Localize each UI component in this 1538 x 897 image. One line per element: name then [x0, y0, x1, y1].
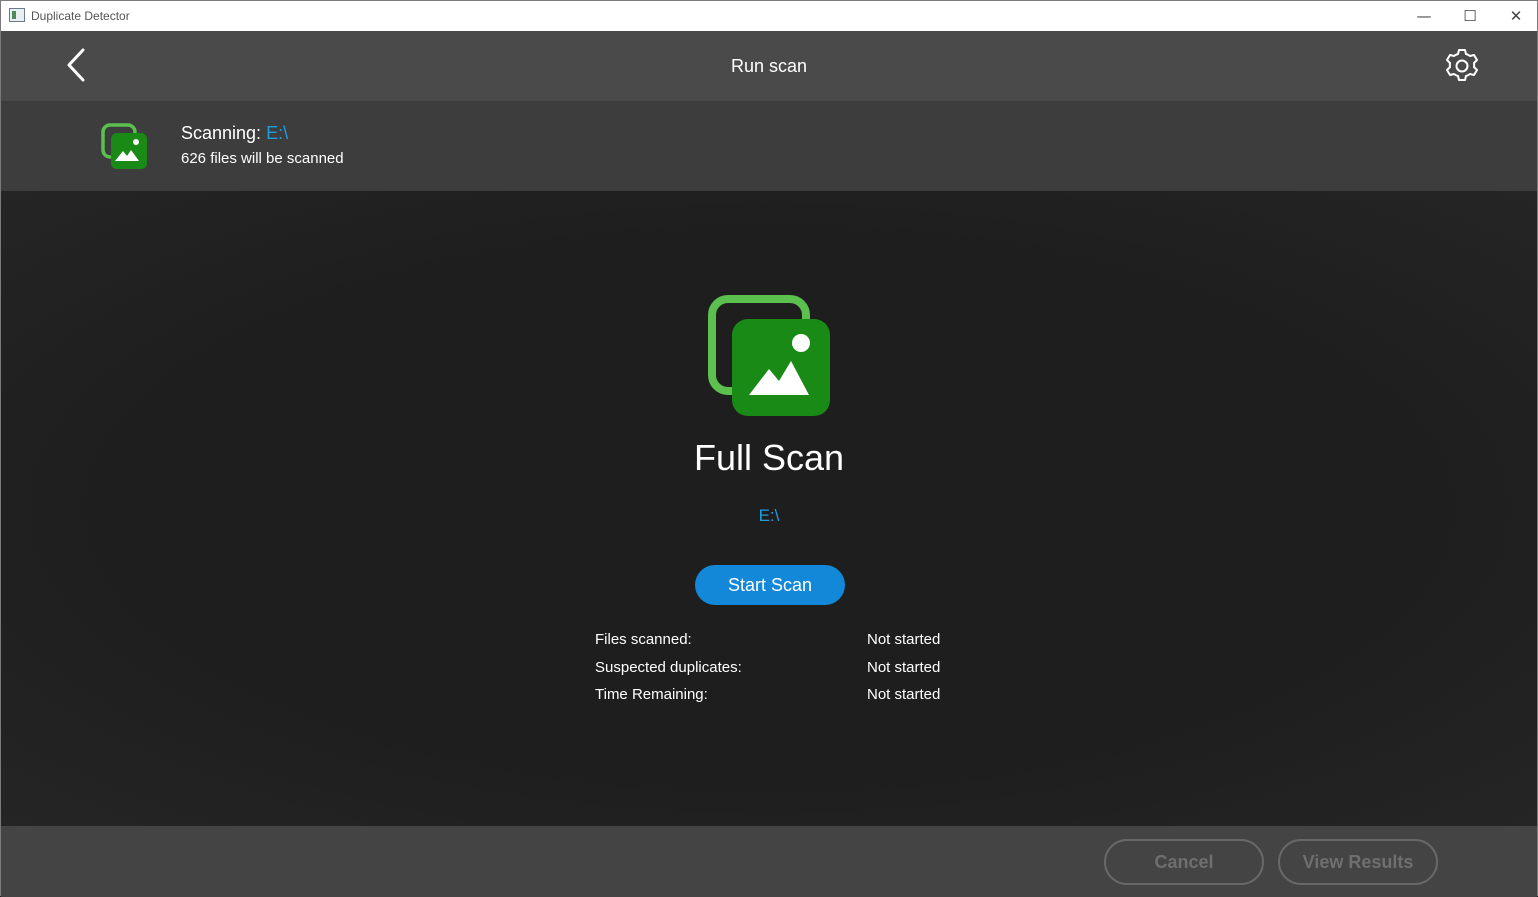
- stat-value: Not started: [867, 631, 941, 648]
- scan-stats: Files scanned: Not started Suspected dup…: [595, 629, 955, 712]
- window-title: Duplicate Detector: [31, 9, 130, 23]
- scan-info-bar: Scanning: E:\ 626 files will be scanned: [1, 101, 1537, 191]
- header-bar: Run scan: [1, 31, 1537, 101]
- scanning-label: Scanning: E:\: [181, 123, 288, 144]
- scan-type-title: Full Scan: [693, 437, 845, 478]
- stat-row: Time Remaining: Not started: [595, 684, 955, 712]
- page-title: Run scan: [730, 56, 808, 76]
- duplicate-photo-icon: [708, 295, 830, 416]
- close-button[interactable]: ✕: [1493, 1, 1538, 31]
- title-bar: Duplicate Detector — ☐ ✕: [1, 1, 1537, 31]
- footer-bar: Cancel View Results: [1, 826, 1537, 897]
- maximize-button[interactable]: ☐: [1447, 1, 1493, 31]
- scanning-path: E:\: [266, 123, 289, 143]
- gear-icon[interactable]: [1443, 47, 1481, 85]
- app-icon: [9, 8, 25, 22]
- stat-row: Suspected duplicates: Not started: [595, 657, 955, 685]
- stat-value: Not started: [867, 686, 941, 703]
- minimize-button[interactable]: —: [1401, 1, 1447, 31]
- stat-row: Files scanned: Not started: [595, 629, 955, 657]
- duplicate-photo-icon: [101, 123, 147, 169]
- main-panel: Full Scan E:\ Start Scan Files scanned: …: [1, 191, 1537, 826]
- view-results-button[interactable]: View Results: [1278, 839, 1438, 885]
- cancel-button[interactable]: Cancel: [1104, 839, 1264, 885]
- stat-label: Files scanned:: [595, 631, 692, 648]
- start-scan-button[interactable]: Start Scan: [695, 565, 845, 605]
- scanning-text: Scanning:: [181, 123, 267, 143]
- app-window: Duplicate Detector — ☐ ✕ Run scan Scanni…: [0, 0, 1538, 897]
- drive-path: E:\: [758, 506, 780, 525]
- stat-value: Not started: [867, 658, 941, 676]
- stat-label: Time Remaining:: [595, 686, 708, 703]
- files-count-text: 626 files will be scanned: [181, 150, 344, 167]
- stat-label: Suspected duplicates:: [595, 658, 742, 676]
